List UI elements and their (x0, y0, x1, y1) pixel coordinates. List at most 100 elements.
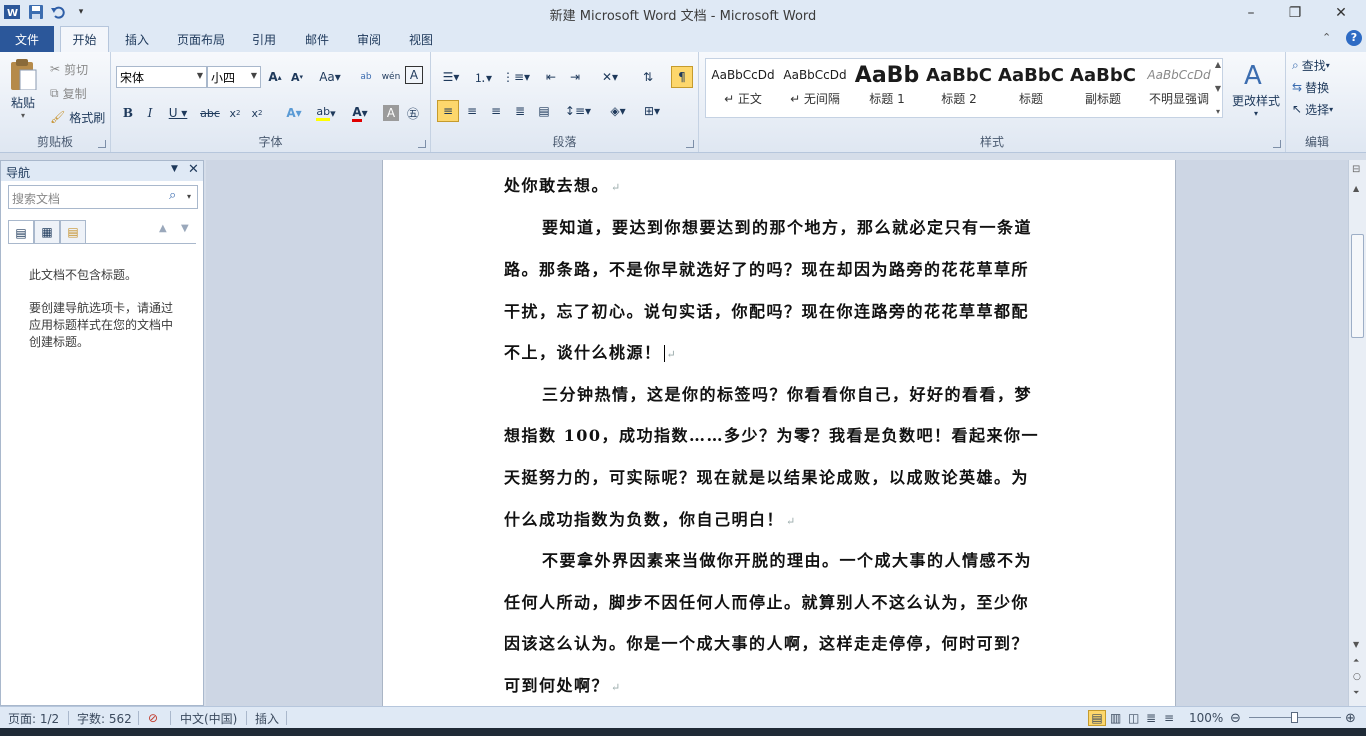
style-title[interactable]: AaBbC 标题 (995, 60, 1067, 114)
tab-review[interactable]: 审阅 (345, 26, 393, 52)
search-icon[interactable]: ⌕ (169, 188, 176, 203)
full-screen-reading-icon[interactable]: ▥ (1110, 710, 1121, 726)
font-color-button[interactable]: A ▾ (345, 102, 375, 124)
distributed-icon[interactable]: ▤ (533, 100, 555, 122)
browse-results-tab-icon[interactable]: ▤ (60, 220, 86, 244)
tab-page-layout[interactable]: 页面布局 (165, 26, 237, 52)
close-button[interactable]: ✕ (1318, 0, 1364, 26)
find-button[interactable]: ⌕ 查找 ▾ (1292, 54, 1330, 76)
minimize-ribbon-icon[interactable]: ⌃ (1322, 31, 1331, 44)
zoom-out-icon[interactable]: ⊖ (1230, 710, 1241, 726)
word-count[interactable]: 字数: 562 (77, 710, 132, 726)
paste-button[interactable]: 粘贴 ▾ (6, 58, 40, 120)
increase-indent-icon[interactable]: ⇥ (565, 66, 585, 88)
font-size-select[interactable]: 小四 ▼ (207, 66, 261, 88)
scroll-down-icon[interactable]: ▼ (1215, 84, 1221, 93)
style-heading-1[interactable]: AaBb 标题 1 (851, 60, 923, 114)
grow-font-icon[interactable]: A ▴ (265, 66, 285, 88)
style-heading-2[interactable]: AaBbC 标题 2 (923, 60, 995, 114)
scrollbar-thumb[interactable] (1351, 234, 1364, 338)
zoom-slider-thumb[interactable] (1291, 712, 1298, 723)
strikethrough-button[interactable]: abc (199, 102, 221, 124)
replace-button[interactable]: ⇆ 替换 (1292, 76, 1329, 98)
scroll-down-icon[interactable]: ▼ (1353, 640, 1359, 649)
highlight-color-button[interactable]: ab ▾ (311, 102, 341, 124)
chevron-down-icon[interactable]: ▾ (187, 192, 191, 201)
shading-icon[interactable]: ◈▾ (603, 100, 633, 122)
paste-dropdown-icon[interactable]: ▾ (21, 111, 25, 120)
web-layout-icon[interactable]: ◫ (1128, 710, 1139, 726)
chinese-layout-icon[interactable]: ✕▾ (595, 66, 625, 88)
style-no-spacing[interactable]: AaBbCcDd ↵ 无间隔 (779, 60, 851, 114)
page-count[interactable]: 页面: 1/2 (8, 710, 59, 726)
clipboard-dialog-launcher[interactable] (98, 140, 106, 148)
align-center-icon[interactable]: ≡ (461, 100, 483, 122)
show-formatting-marks-icon[interactable]: ¶ (671, 66, 693, 88)
scroll-up-icon[interactable]: ▲ (1215, 60, 1221, 69)
shrink-font-icon[interactable]: A ▾ (287, 66, 307, 88)
browse-headings-tab-icon[interactable]: ▤ (8, 220, 34, 244)
vertical-scrollbar[interactable]: ⊟ ▲ ▼ ⏶ ○ ⏷ (1348, 160, 1366, 706)
decrease-indent-icon[interactable]: ⇤ (541, 66, 561, 88)
numbering-icon[interactable]: ⒈▾ (469, 66, 497, 88)
phonetic-guide-icon[interactable]: wén (381, 66, 401, 88)
character-border-icon[interactable]: A (405, 66, 423, 84)
format-painter-button[interactable]: 🖌 格式刷 (50, 106, 105, 128)
scroll-up-icon[interactable]: ▲ (1353, 184, 1359, 193)
next-page-icon[interactable]: ⏷ (1353, 688, 1359, 698)
style-subtitle[interactable]: AaBbC 副标题 (1067, 60, 1139, 114)
cut-button[interactable]: ✂ 剪切 (50, 58, 88, 80)
nav-pane-close-icon[interactable]: ✕ (188, 162, 199, 177)
tab-references[interactable]: 引用 (240, 26, 288, 52)
borders-icon[interactable]: ⊞▾ (637, 100, 667, 122)
draft-icon[interactable]: ≡ (1164, 710, 1174, 726)
select-button[interactable]: ↖ 选择 ▾ (1292, 98, 1333, 120)
text-effects-button[interactable]: A▾ (279, 102, 309, 124)
zoom-level[interactable]: 100% (1189, 710, 1223, 726)
previous-page-icon[interactable]: ⏶ (1353, 656, 1359, 666)
clear-formatting-icon[interactable]: ab (356, 66, 376, 88)
justify-icon[interactable]: ≣ (509, 100, 531, 122)
bullets-icon[interactable]: ☰▾ (437, 66, 465, 88)
language[interactable]: 中文(中国) (180, 710, 237, 726)
change-styles-button[interactable]: A 更改样式 ▾ (1229, 58, 1283, 128)
styles-gallery-scroll[interactable]: ▲ ▼ ▾ (1211, 60, 1225, 116)
styles-dialog-launcher[interactable] (1273, 140, 1281, 148)
align-left-icon[interactable]: ≡ (437, 100, 459, 122)
zoom-in-icon[interactable]: ⊕ (1345, 710, 1356, 726)
document-page[interactable]: 处你敢去想。 ↵ 要知道，要达到你想要达到的那个地方，那么就必定只有一条道 路。那… (382, 160, 1176, 706)
view-ruler-icon[interactable]: ⊟ (1352, 164, 1360, 175)
print-layout-icon[interactable]: ▤ (1088, 710, 1106, 726)
font-dialog-launcher[interactable] (418, 140, 426, 148)
style-subtle-emphasis[interactable]: AaBbCcDd 不明显强调 (1139, 60, 1219, 114)
paragraph-dialog-launcher[interactable] (686, 140, 694, 148)
insert-mode[interactable]: 插入 (255, 710, 279, 726)
previous-heading-icon[interactable]: ▲ (159, 223, 167, 234)
tab-file[interactable]: 文件 (0, 26, 54, 52)
change-case-icon[interactable]: Aa▾ (316, 66, 344, 88)
multilevel-list-icon[interactable]: ⋮≡▾ (501, 66, 531, 88)
tab-view[interactable]: 视图 (397, 26, 445, 52)
more-styles-icon[interactable]: ▾ (1216, 107, 1220, 116)
line-spacing-icon[interactable]: ↕≡▾ (563, 100, 593, 122)
proofing-icon[interactable]: ⊘ (148, 710, 158, 726)
maximize-button[interactable]: ❐ (1272, 0, 1318, 26)
tab-home[interactable]: 开始 (60, 26, 109, 52)
next-heading-icon[interactable]: ▼ (181, 223, 189, 234)
underline-button[interactable]: U ▾ (165, 102, 191, 124)
tab-mailings[interactable]: 邮件 (293, 26, 341, 52)
nav-search-input[interactable]: 搜索文档 ⌕ ▾ (8, 185, 198, 209)
subscript-button[interactable]: x2 (225, 102, 245, 124)
font-name-select[interactable]: 宋体 ▼ (116, 66, 207, 88)
superscript-button[interactable]: x2 (247, 102, 267, 124)
enclose-characters-icon[interactable]: ㊄ (403, 102, 423, 124)
help-icon[interactable]: ? (1346, 30, 1362, 46)
select-browse-object-icon[interactable]: ○ (1353, 672, 1361, 682)
outline-icon[interactable]: ≣ (1146, 710, 1156, 726)
sort-icon[interactable]: ⇅ (637, 66, 659, 88)
nav-pane-options-icon[interactable]: ▼ (171, 164, 178, 174)
style-normal[interactable]: AaBbCcDd ↵ 正文 (707, 60, 779, 114)
bold-button[interactable]: B (119, 102, 137, 124)
character-shading-icon[interactable]: A (383, 105, 399, 121)
align-right-icon[interactable]: ≡ (485, 100, 507, 122)
